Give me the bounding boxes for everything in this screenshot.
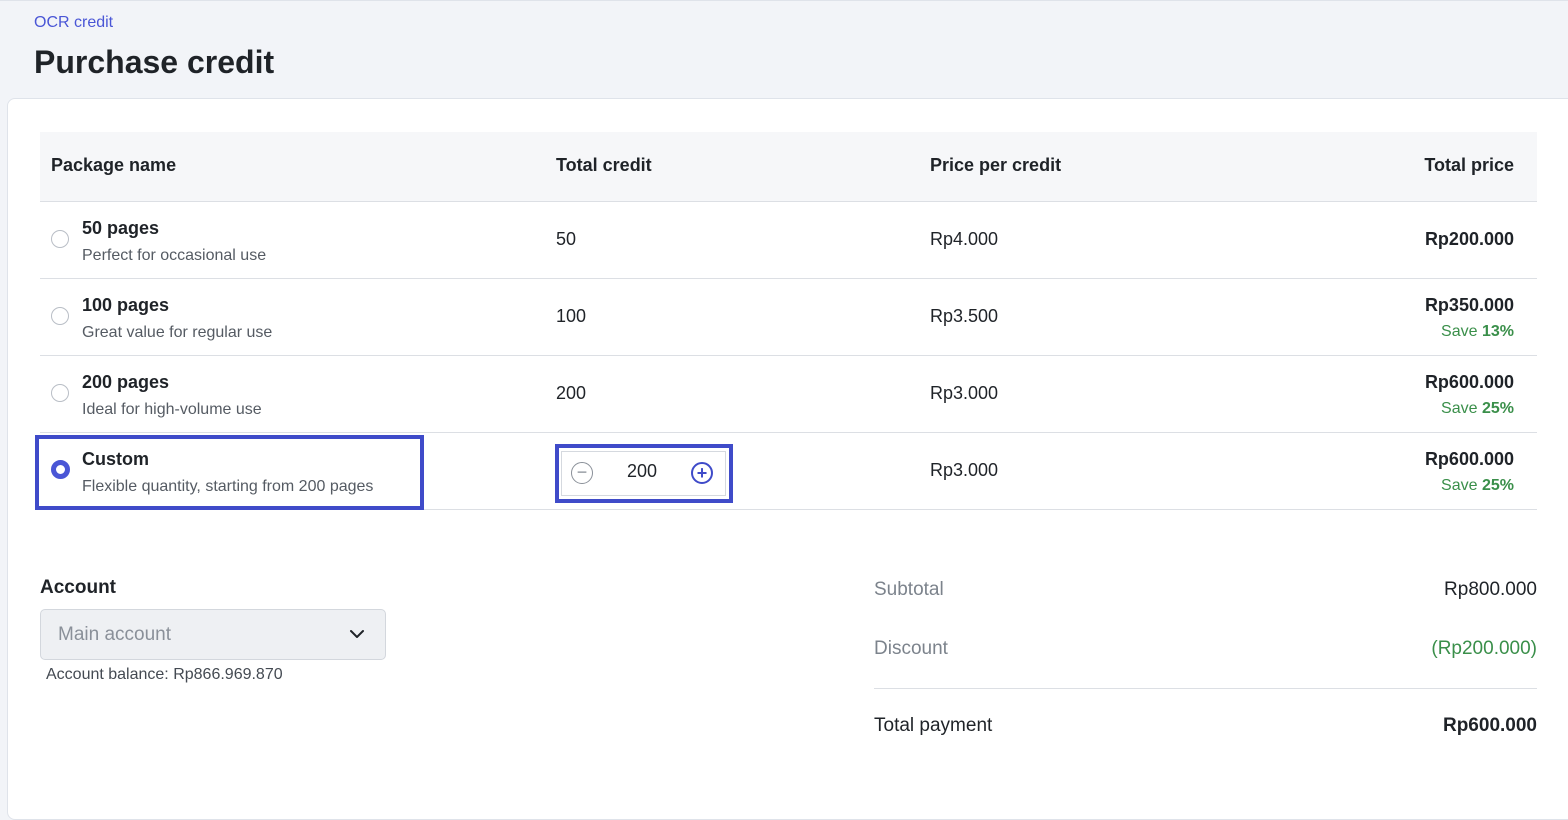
package-radio[interactable]	[51, 384, 69, 402]
plus-circle-icon[interactable]: +	[691, 462, 713, 484]
discount-label: Discount	[874, 638, 948, 659]
top-divider	[0, 0, 1568, 1]
package-total-price: Rp600.000	[1424, 372, 1514, 392]
quantity-stepper[interactable]: − 200 +	[561, 451, 726, 496]
header-total-credit: Total credit	[556, 155, 652, 175]
package-name: 200 pages	[82, 372, 170, 392]
package-price-per-credit: Rp3.500	[930, 306, 999, 326]
package-radio[interactable]	[51, 307, 69, 325]
package-total-price: Rp600.000	[1424, 449, 1514, 469]
subtotal-value: Rp800.000	[1444, 579, 1537, 600]
package-credit: 50	[556, 229, 577, 249]
savings-badge: Save 13%	[1441, 323, 1514, 340]
total-payment-value: Rp600.000	[1442, 715, 1537, 736]
quantity-value[interactable]: 200	[602, 461, 682, 482]
package-name: 100 pages	[82, 295, 170, 315]
package-price-per-credit: Rp3.000	[930, 460, 999, 480]
minus-circle-icon[interactable]: −	[571, 462, 593, 484]
package-credit: 200	[556, 383, 587, 403]
chevron-down-icon	[350, 630, 364, 638]
package-radio[interactable]	[51, 230, 69, 248]
package-description: Perfect for occasional use	[82, 247, 267, 264]
package-row-100[interactable]: 100 pages Great value for regular use 10…	[40, 279, 1537, 356]
package-description: Great value for regular use	[82, 324, 273, 341]
summary-divider	[874, 688, 1537, 689]
account-balance: Account balance: Rp866.969.870	[46, 666, 283, 683]
package-credit: 100	[556, 306, 587, 326]
account-select[interactable]: Main account	[40, 609, 386, 660]
discount-value: (Rp200.000)	[1431, 638, 1537, 659]
package-price-per-credit: Rp4.000	[930, 229, 999, 249]
highlight-custom-package	[35, 435, 424, 510]
header-price-per-credit: Price per credit	[930, 155, 1062, 175]
package-name: 50 pages	[82, 218, 160, 238]
package-description: Ideal for high-volume use	[82, 401, 262, 418]
page-title: Purchase credit	[34, 44, 275, 80]
package-total-price: Rp200.000	[1424, 229, 1514, 249]
header-total-price: Total price	[1424, 155, 1514, 175]
subtotal-label: Subtotal	[874, 579, 944, 600]
package-total-price: Rp350.000	[1424, 295, 1514, 315]
account-select-value: Main account	[58, 624, 172, 645]
header-package-name: Package name	[51, 155, 177, 175]
total-payment-label: Total payment	[874, 715, 993, 736]
package-price-per-credit: Rp3.000	[930, 383, 999, 403]
table-header: Package name Total credit Price per cred…	[40, 132, 1537, 202]
package-row-200[interactable]: 200 pages Ideal for high-volume use 200 …	[40, 356, 1537, 433]
breadcrumb-ocr-credit[interactable]: OCR credit	[34, 14, 113, 32]
package-row-50[interactable]: 50 pages Perfect for occasional use 50 R…	[40, 202, 1537, 279]
savings-badge: Save 25%	[1441, 477, 1514, 494]
account-label: Account	[40, 577, 116, 598]
savings-badge: Save 25%	[1441, 400, 1514, 417]
